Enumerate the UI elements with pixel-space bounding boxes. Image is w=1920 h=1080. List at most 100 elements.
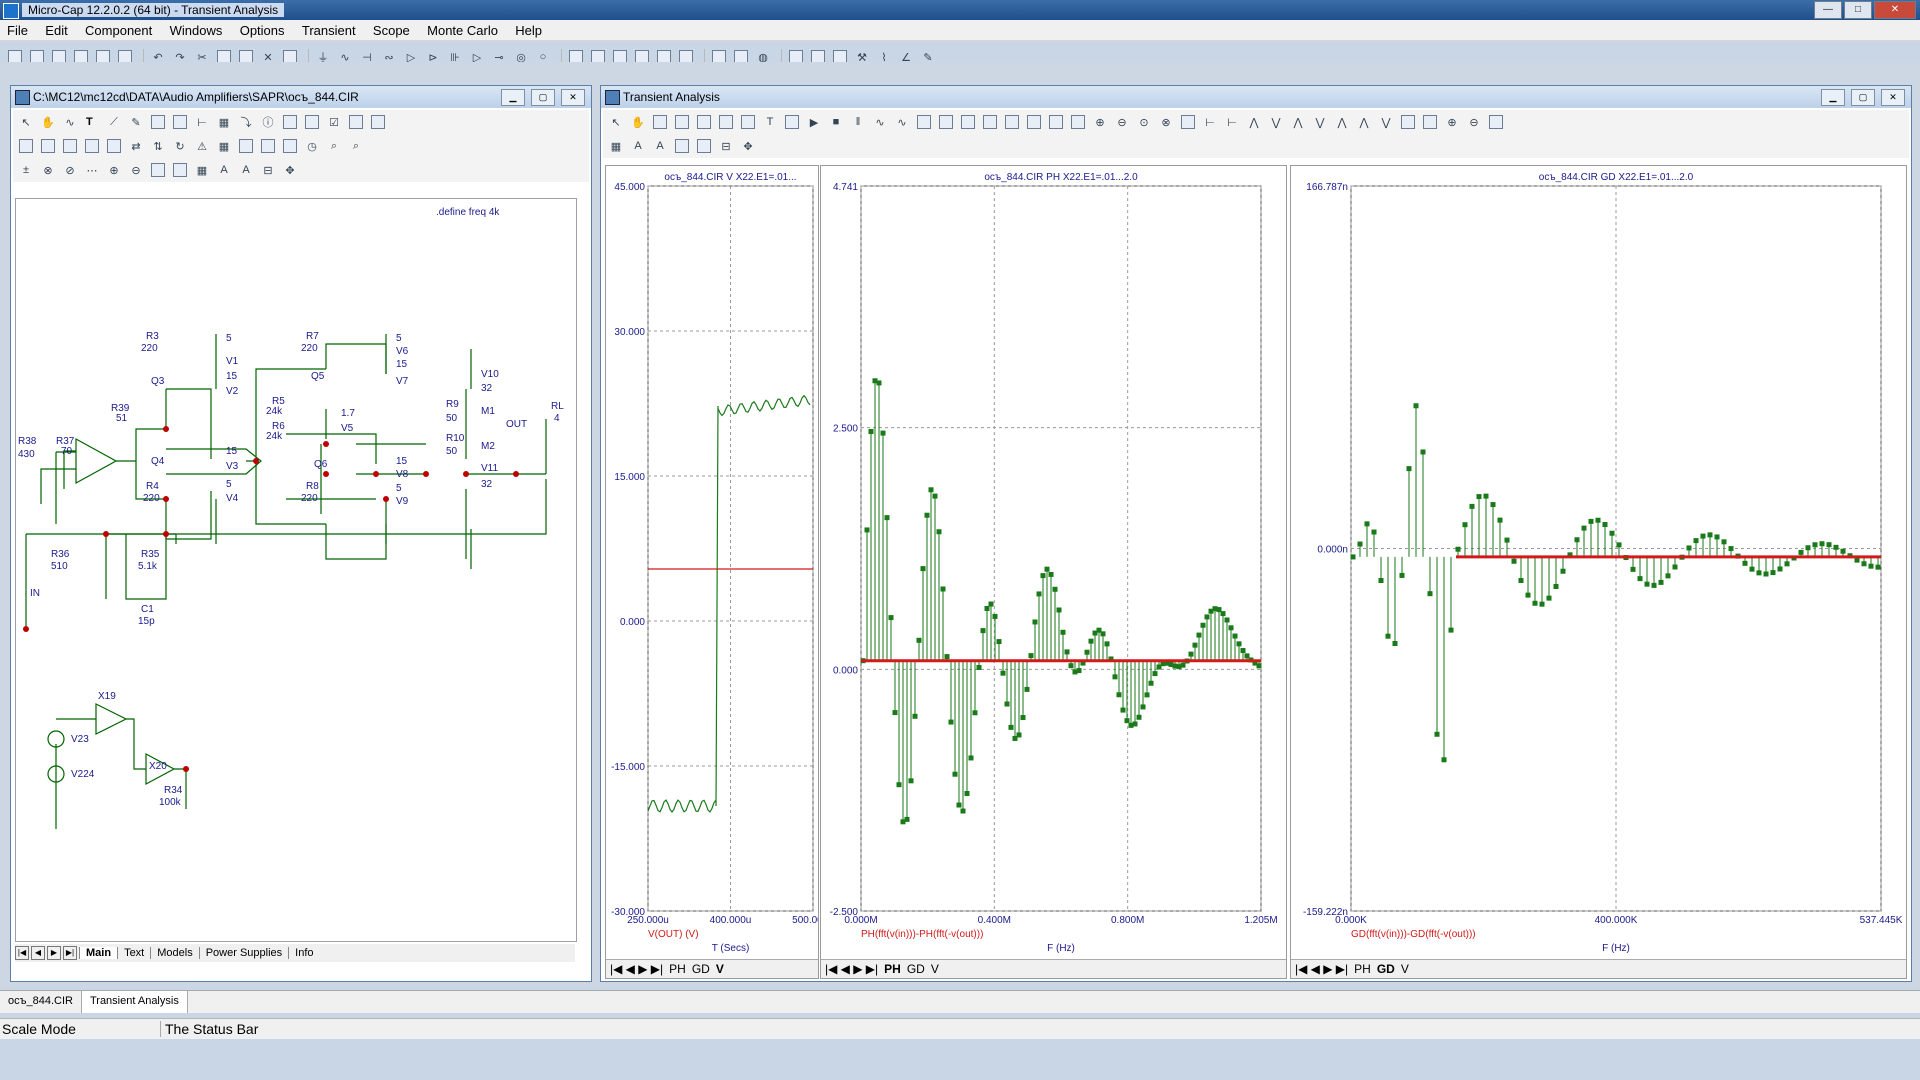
stop-icon[interactable]: ⊗ bbox=[39, 161, 57, 179]
doc-tab-transient[interactable]: Transient Analysis bbox=[81, 991, 188, 1013]
tab-main[interactable]: Main bbox=[79, 947, 118, 959]
global-high-icon[interactable]: ⋀ bbox=[1355, 113, 1373, 131]
text-icon[interactable]: T bbox=[83, 113, 101, 131]
rotate-icon[interactable]: ↻ bbox=[171, 137, 189, 155]
menu-help[interactable]: Help bbox=[508, 20, 549, 38]
analysis-maximize-button[interactable]: ▢ bbox=[1851, 89, 1875, 106]
zoom-y-icon[interactable] bbox=[717, 113, 735, 131]
layout-icon-4[interactable] bbox=[981, 113, 999, 131]
pan-icon-2[interactable]: ✋ bbox=[629, 113, 647, 131]
plot-phase[interactable]: осъ_844.CIR PH X22.E1=.01...2.0 4.741 2.50… bbox=[820, 165, 1287, 979]
high-cursor-icon[interactable]: ⋀ bbox=[1289, 113, 1307, 131]
move-icon-2[interactable]: ✥ bbox=[739, 137, 757, 155]
menu-windows[interactable]: Windows bbox=[163, 20, 230, 38]
zoom-x-icon[interactable] bbox=[695, 113, 713, 131]
node-icon[interactable]: ⊢ bbox=[193, 113, 211, 131]
tab-prev-icon[interactable]: ◀ bbox=[31, 946, 45, 960]
close-button[interactable]: ✕ bbox=[1874, 1, 1916, 19]
copy-graph-icon[interactable] bbox=[673, 137, 691, 155]
bounds-icon[interactable] bbox=[281, 137, 299, 155]
low-cursor-icon[interactable]: ⋁ bbox=[1311, 113, 1329, 131]
pan-icon[interactable]: ✋ bbox=[39, 113, 57, 131]
tab-first-icon[interactable]: |◀ bbox=[15, 946, 29, 960]
tab-models[interactable]: Models bbox=[150, 947, 198, 959]
clock-icon[interactable]: ◷ bbox=[303, 137, 321, 155]
more-icon[interactable]: ⋯ bbox=[83, 161, 101, 179]
tab-gd[interactable]: GD bbox=[907, 962, 925, 976]
tab-nav-icon[interactable]: |◀ ◀ ▶ ▶| bbox=[1295, 962, 1348, 976]
font-size-icon-2[interactable]: A bbox=[651, 137, 669, 155]
cursor-icon[interactable]: ⊢ bbox=[1201, 113, 1219, 131]
layout-icon-2[interactable] bbox=[937, 113, 955, 131]
global-low-icon[interactable]: ⋁ bbox=[1377, 113, 1395, 131]
analysis-close-button[interactable]: ✕ bbox=[1881, 89, 1905, 106]
find-icon[interactable]: ⌕ bbox=[325, 137, 343, 155]
menu-file[interactable]: File bbox=[0, 20, 35, 38]
align-icon[interactable]: ⊟ bbox=[259, 161, 277, 179]
pin-connections-icon[interactable] bbox=[105, 137, 123, 155]
layout-icon-8[interactable] bbox=[1069, 113, 1087, 131]
font-size-icon[interactable]: A bbox=[237, 161, 255, 179]
grid-icon-2[interactable]: ▦ bbox=[607, 137, 625, 155]
clear-icon[interactable]: ⊘ bbox=[61, 161, 79, 179]
zoom-fit-icon[interactable] bbox=[149, 161, 167, 179]
paste-graph-icon[interactable] bbox=[695, 137, 713, 155]
plot-voltage[interactable]: осъ_844.CIR V X22.E1=.01... 45.000 30.000 1… bbox=[605, 165, 819, 979]
tab-ph[interactable]: PH bbox=[884, 962, 901, 976]
zoom-in-icon-3[interactable]: ⊕ bbox=[1443, 113, 1461, 131]
minimize-button[interactable]: — bbox=[1814, 1, 1842, 19]
layout-icon-7[interactable] bbox=[1047, 113, 1065, 131]
plus-minus-icon[interactable]: ± bbox=[17, 161, 35, 179]
plot-group-delay[interactable]: осъ_844.CIR GD X22.E1=.01...2.0 166.787n 0… bbox=[1290, 165, 1907, 979]
analysis-minimize-button[interactable]: ▁ bbox=[1821, 89, 1845, 106]
menu-monte-carlo[interactable]: Monte Carlo bbox=[420, 20, 505, 38]
note-icon[interactable] bbox=[369, 113, 387, 131]
table-icon[interactable] bbox=[347, 113, 365, 131]
page-icon-3[interactable] bbox=[259, 137, 277, 155]
page-icon-2[interactable] bbox=[237, 137, 255, 155]
zoom-out-icon-2[interactable]: ⊖ bbox=[1113, 113, 1131, 131]
power-icon[interactable] bbox=[83, 137, 101, 155]
print-icon-2[interactable] bbox=[1487, 113, 1505, 131]
cursor-icon-2[interactable]: ⊢ bbox=[1223, 113, 1241, 131]
zoom-in-icon[interactable]: ⊕ bbox=[105, 161, 123, 179]
tab-last-icon[interactable]: ▶| bbox=[63, 946, 77, 960]
tab-v[interactable]: V bbox=[716, 962, 724, 976]
mirror-icon[interactable]: ⇅ bbox=[149, 137, 167, 155]
tab-ph[interactable]: PH bbox=[1354, 962, 1371, 976]
line-icon[interactable]: ⟋ bbox=[105, 113, 123, 131]
flip-icon[interactable]: ⇄ bbox=[127, 137, 145, 155]
layout-icon-3[interactable] bbox=[959, 113, 977, 131]
zoom-out-icon-3[interactable]: ⊖ bbox=[1465, 113, 1483, 131]
tokens-icon[interactable] bbox=[1421, 113, 1439, 131]
font-icon-2[interactable]: A bbox=[629, 137, 647, 155]
tab-text[interactable]: Text bbox=[117, 947, 150, 959]
zoom-box-icon[interactable] bbox=[673, 113, 691, 131]
data-icon[interactable] bbox=[1179, 113, 1197, 131]
maximize-button[interactable]: □ bbox=[1844, 1, 1872, 19]
child-maximize-button[interactable]: ▢ bbox=[531, 89, 555, 106]
grid-toggle-icon[interactable]: ▦ bbox=[215, 137, 233, 155]
limits-icon-2[interactable] bbox=[783, 113, 801, 131]
menu-options[interactable]: Options bbox=[233, 20, 292, 38]
zoom-in-icon-2[interactable]: ⊕ bbox=[1091, 113, 1109, 131]
font-icon[interactable]: A bbox=[215, 161, 233, 179]
stop-run-icon[interactable]: ■ bbox=[827, 113, 845, 131]
graph-text-icon[interactable]: T bbox=[761, 113, 779, 131]
wire-icon[interactable]: ∿ bbox=[61, 113, 79, 131]
menu-edit[interactable]: Edit bbox=[38, 20, 74, 38]
data-points-icon[interactable] bbox=[1399, 113, 1417, 131]
link-icon[interactable]: ⤵ bbox=[237, 113, 255, 131]
valley-cursor-icon[interactable]: ⋁ bbox=[1267, 113, 1285, 131]
doc-tab-schematic[interactable]: осъ_844.CIR bbox=[0, 991, 82, 1013]
pause-icon[interactable]: ‖ bbox=[849, 113, 867, 131]
info-icon[interactable]: ⓘ bbox=[259, 113, 277, 131]
grid-snap-icon[interactable]: ▦ bbox=[193, 161, 211, 179]
menu-scope[interactable]: Scope bbox=[366, 20, 417, 38]
menu-transient[interactable]: Transient bbox=[295, 20, 363, 38]
tab-power-supplies[interactable]: Power Supplies bbox=[198, 947, 288, 959]
box-icon[interactable] bbox=[149, 113, 167, 131]
menu-component[interactable]: Component bbox=[78, 20, 159, 38]
child-minimize-button[interactable]: ▁ bbox=[501, 89, 525, 106]
region-icon[interactable] bbox=[171, 113, 189, 131]
